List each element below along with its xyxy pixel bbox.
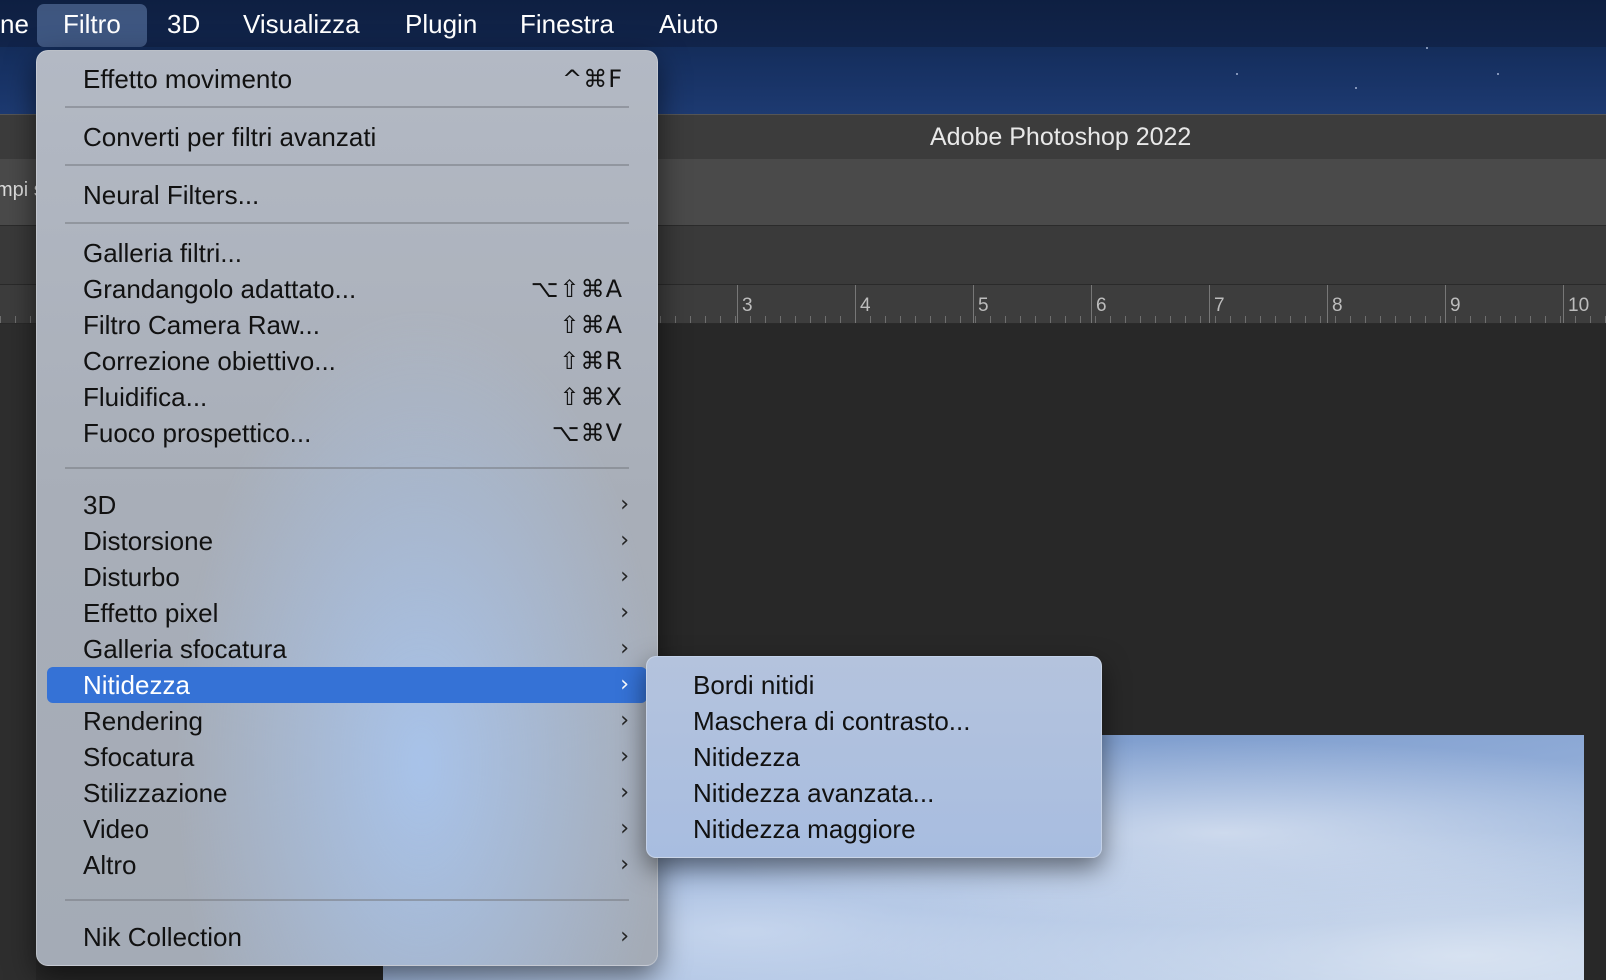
menu-3d[interactable]: 3D xyxy=(167,4,200,47)
menu-item-video[interactable]: Video › xyxy=(47,811,647,847)
menu-item-nitidezza[interactable]: Nitidezza › xyxy=(47,667,647,703)
ruler-label: 5 xyxy=(978,295,989,316)
chevron-right-icon: › xyxy=(620,852,629,877)
menu-filtro[interactable]: Filtro xyxy=(37,4,147,47)
sharpen-submenu: Bordi nitidi Maschera di contrasto... Ni… xyxy=(646,656,1102,858)
shortcut-label: ⇧⌘R xyxy=(559,347,623,375)
menu-item-label: Nitidezza xyxy=(693,742,800,772)
menu-item-label: Distorsione xyxy=(83,526,214,556)
chevron-right-icon: › xyxy=(620,780,629,805)
ruler-label: 4 xyxy=(860,295,871,316)
menu-item-neural-filters[interactable]: Neural Filters... xyxy=(47,177,647,213)
menu-item-label: Effetto pixel xyxy=(83,598,219,628)
tools-panel xyxy=(0,324,36,980)
submenu-item-nitidezza-avanzata[interactable]: Nitidezza avanzata... xyxy=(647,775,1101,811)
window-title: Adobe Photoshop 2022 xyxy=(930,123,1192,151)
menu-item-label: Effetto movimento xyxy=(83,64,293,94)
ruler-label: 3 xyxy=(742,295,753,316)
menu-item-label: Disturbo xyxy=(83,562,180,592)
menu-item-correzione-obiettivo[interactable]: Correzione obiettivo... ⇧⌘R xyxy=(47,343,647,379)
macos-menu-bar: ne Filtro 3D Visualizza Plugin Finestra … xyxy=(0,0,1606,47)
menu-item-galleria-sfocatura[interactable]: Galleria sfocatura › xyxy=(47,631,647,667)
menu-item-fuoco-prospettico[interactable]: Fuoco prospettico... ⌥⌘V xyxy=(47,415,647,451)
chevron-right-icon: › xyxy=(620,636,629,661)
menu-item-nik-collection[interactable]: Nik Collection › xyxy=(47,919,647,955)
menu-item-label: Neural Filters... xyxy=(83,180,260,210)
menu-separator xyxy=(65,222,629,224)
menu-item-label: Bordi nitidi xyxy=(693,670,815,700)
menu-item-label: Fluidifica... xyxy=(83,382,208,412)
chevron-right-icon: › xyxy=(620,708,629,733)
chevron-right-icon: › xyxy=(620,924,629,949)
menu-item-label: Converti per filtri avanzati xyxy=(83,122,377,152)
menu-item-label: 3D xyxy=(83,490,117,520)
star xyxy=(1355,87,1357,89)
submenu-item-nitidezza[interactable]: Nitidezza xyxy=(647,739,1101,775)
star xyxy=(1426,47,1428,49)
menu-item-filtro-camera-raw[interactable]: Filtro Camera Raw... ⇧⌘A xyxy=(47,307,647,343)
shortcut-label: ⇧⌘A xyxy=(559,311,623,339)
shortcut-label: ^⌘F xyxy=(562,65,623,93)
chevron-right-icon: › xyxy=(620,528,629,553)
menu-finestra[interactable]: Finestra xyxy=(520,4,614,47)
menu-visualizza[interactable]: Visualizza xyxy=(243,4,360,47)
menu-item-label: Rendering xyxy=(83,706,203,736)
submenu-item-bordi-nitidi[interactable]: Bordi nitidi xyxy=(647,667,1101,703)
menu-item-label: Filtro Camera Raw... xyxy=(83,310,320,340)
menu-item-fluidifica[interactable]: Fluidifica... ⇧⌘X xyxy=(47,379,647,415)
menu-item-grandangolo-adattato[interactable]: Grandangolo adattato... ⌥⇧⌘A xyxy=(47,271,647,307)
chevron-right-icon: › xyxy=(620,492,629,517)
menu-item-rendering[interactable]: Rendering › xyxy=(47,703,647,739)
menu-item-label: Video xyxy=(83,814,150,844)
menu-separator xyxy=(65,467,629,469)
ruler-label: 6 xyxy=(1096,295,1107,316)
menu-item-3d[interactable]: 3D › xyxy=(47,487,647,523)
menu-image-partial[interactable]: ne xyxy=(0,4,29,47)
chevron-right-icon: › xyxy=(620,744,629,769)
menu-item-label: Stilizzazione xyxy=(83,778,228,808)
menu-item-label: Nitidezza maggiore xyxy=(693,814,916,844)
menu-separator xyxy=(65,164,629,166)
menu-item-effetto-pixel[interactable]: Effetto pixel › xyxy=(47,595,647,631)
menu-item-distorsione[interactable]: Distorsione › xyxy=(47,523,647,559)
menu-item-sfocatura[interactable]: Sfocatura › xyxy=(47,739,647,775)
menu-item-altro[interactable]: Altro › xyxy=(47,847,647,883)
chevron-right-icon: › xyxy=(620,564,629,589)
shortcut-label: ⇧⌘X xyxy=(559,383,623,411)
ruler-label: 8 xyxy=(1332,295,1343,316)
menu-item-label: Nitidezza xyxy=(83,670,190,700)
star xyxy=(1236,73,1238,75)
menu-separator xyxy=(65,899,629,901)
menu-item-galleria-filtri[interactable]: Galleria filtri... xyxy=(47,235,647,271)
ruler-label: 10 xyxy=(1568,295,1590,316)
submenu-item-nitidezza-maggiore[interactable]: Nitidezza maggiore xyxy=(647,811,1101,847)
menu-item-label: Galleria filtri... xyxy=(83,238,242,268)
menu-item-label: Galleria sfocatura xyxy=(83,634,287,664)
menu-separator xyxy=(65,106,629,108)
ruler-label: 9 xyxy=(1450,295,1461,316)
menu-item-effetto-movimento[interactable]: Effetto movimento ^⌘F xyxy=(47,61,647,97)
menu-item-converti-filtri-avanzati[interactable]: Converti per filtri avanzati xyxy=(47,119,647,155)
menu-item-label: Nik Collection xyxy=(83,922,242,952)
chevron-right-icon: › xyxy=(620,816,629,841)
shortcut-label: ⌥⌘V xyxy=(551,419,623,447)
menu-item-stilizzazione[interactable]: Stilizzazione › xyxy=(47,775,647,811)
menu-item-label: Correzione obiettivo... xyxy=(83,346,336,376)
chevron-right-icon: › xyxy=(620,600,629,625)
chevron-right-icon: › xyxy=(620,672,629,697)
menu-item-label: Nitidezza avanzata... xyxy=(693,778,935,808)
menu-item-label: Sfocatura xyxy=(83,742,195,772)
filter-menu: Effetto movimento ^⌘F Converti per filtr… xyxy=(36,50,658,966)
ruler-label: 7 xyxy=(1214,295,1225,316)
menu-item-label: Maschera di contrasto... xyxy=(693,706,971,736)
menu-item-label: Altro xyxy=(83,850,137,880)
star xyxy=(1497,73,1499,75)
menu-item-label: Fuoco prospettico... xyxy=(83,418,312,448)
shortcut-label: ⌥⇧⌘A xyxy=(530,275,623,303)
menu-item-label: Grandangolo adattato... xyxy=(83,274,357,304)
menu-plugin[interactable]: Plugin xyxy=(405,4,477,47)
submenu-item-maschera-di-contrasto[interactable]: Maschera di contrasto... xyxy=(647,703,1101,739)
menu-item-disturbo[interactable]: Disturbo › xyxy=(47,559,647,595)
menu-aiuto[interactable]: Aiuto xyxy=(659,4,718,47)
